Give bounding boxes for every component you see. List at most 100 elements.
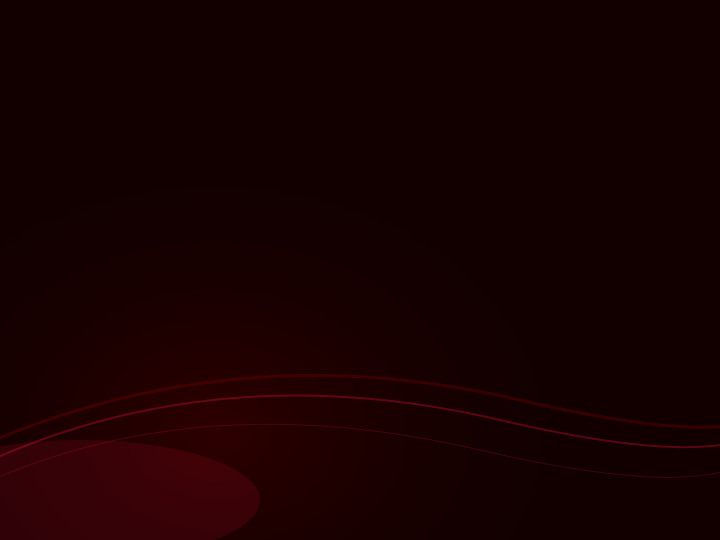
cpu-section-title: CPU (583, 121, 710, 138)
cpu-core-voltage: Core Voltage 1.184 V (658, 171, 710, 193)
mem-capacity: Capacity 16384 MB (583, 282, 710, 304)
time-display: 19:45 ⚙ (71, 30, 136, 53)
mem-voltage-value: 1.200 V (672, 263, 710, 275)
left-panel: ▶ Load Optimized Defaults ▶ Save Changes… (0, 85, 572, 508)
v5-label: +5V (672, 335, 710, 345)
cpu-frequency: Frequency 4200 MHz (583, 142, 633, 164)
mem-voltage-label: Voltage (672, 253, 710, 263)
tab-favorites[interactable]: My Favorites (6, 57, 103, 83)
fan-icon: ⊙ (324, 35, 334, 49)
memory-section-title: Memory (583, 232, 710, 249)
tab-tool[interactable]: Tool (480, 57, 530, 83)
menu-discard-exit[interactable]: ▶ Discard Changes & Exit (0, 147, 571, 175)
qfan-label: Qfan Control(F6) (338, 36, 413, 47)
separator1: | (509, 513, 512, 524)
v12-rail: +12V 12.192 V (583, 335, 627, 357)
last-modified-link[interactable]: Last Modified (430, 513, 489, 524)
ratio-value: 42x (583, 210, 710, 222)
info-bar: 01/31/2017 Tuesday 19:45 ⚙ 🌐 English ☆ M… (0, 27, 720, 57)
voltage-section-title: Voltage (583, 314, 710, 331)
v33-value: 3.376 V (583, 374, 710, 386)
save-reset-label: Save Changes & Reset (35, 126, 160, 140)
mem-voltage: Voltage 1.200 V (672, 253, 710, 275)
qfan-button[interactable]: ⊙ Qfan Control(F6) (324, 35, 413, 49)
myfavorite-button[interactable]: ☆ MyFavorite(F3) (228, 35, 311, 49)
bottom-bar-top: Last Modified | EzMode(F7)↵ | Search on … (14, 513, 706, 524)
cpu-temp-value: 32°C (659, 152, 710, 164)
mem-freq-value: 2133 MHz (583, 263, 633, 275)
title-text: UEFI BIOS Utility – Advanced Mode (51, 6, 269, 21)
ez-mode-button[interactable]: EzMode(F7)↵ (532, 513, 595, 524)
cpu-bclk: BCLK 100.0 MHz (583, 171, 636, 193)
separator2: | (615, 513, 618, 524)
info-text: Restores/loads the default values for al… (42, 479, 299, 490)
v12-row: +12V 12.192 V +5V 5.120 V (583, 335, 710, 361)
bclk-label: BCLK (583, 171, 636, 181)
discard-exit-label: Discard Changes & Exit (35, 154, 162, 168)
hotkeys-button[interactable]: ? Hot Keys (559, 35, 610, 49)
menu-save-reset[interactable]: ▶ Save Changes & Reset (0, 119, 571, 147)
v5-rail: +5V 5.120 V (672, 335, 710, 357)
arrow-icon: ▶ (19, 184, 27, 195)
eztuning-button[interactable]: ◎ EZ Tuning Wizard(F11) (428, 35, 545, 49)
v12-value: 12.192 V (583, 345, 627, 357)
tab-exit[interactable]: Exit (530, 57, 578, 85)
cpu-temp-label: Temperature (659, 142, 710, 152)
myfavorite-label: MyFavorite(F3) (243, 36, 311, 47)
tab-boot[interactable]: Boot (427, 57, 480, 83)
language-icon: 🌐 (162, 35, 177, 49)
info-icon: i (14, 476, 32, 494)
arrow-icon: ▶ (19, 128, 27, 139)
cpu-bclk-row: BCLK 100.0 MHz Core Voltage 1.184 V (583, 171, 710, 197)
monitor-icon: 🖥 (583, 91, 600, 107)
date: 01/31/2017 (10, 31, 55, 42)
datetime: 01/31/2017 Tuesday (10, 31, 55, 53)
ratio-label: Ratio (583, 200, 710, 210)
info-footer: i Restores/loads the default values for … (0, 460, 571, 508)
cpu-temp: Temperature 32°C (659, 142, 710, 164)
language-label: English (181, 36, 214, 47)
v33-label: +3.3V (583, 364, 710, 374)
capacity-label: Capacity (583, 282, 710, 292)
hotkeys-label: Hot Keys (569, 36, 610, 47)
favorite-icon: ☆ (228, 35, 239, 49)
rog-logo: ROG (10, 4, 43, 22)
tuning-icon: ◎ (428, 35, 438, 49)
cpu-ratio: Ratio 42x (583, 200, 710, 222)
time-value: 19:45 (71, 30, 122, 53)
arrow-icon: ▶ (19, 156, 27, 167)
title-bar: ROG UEFI BIOS Utility – Advanced Mode (0, 0, 720, 27)
hw-monitor-title: Hardware Monitor (605, 93, 699, 105)
search-faq-link[interactable]: Search on FAQ (638, 513, 706, 524)
tab-advanced[interactable]: Advanced (278, 57, 359, 83)
tab-main[interactable]: Main (103, 57, 157, 83)
time-settings-icon[interactable]: ⚙ (126, 35, 136, 48)
nav-tabs: My Favorites Main Extreme Tweaker Advanc… (0, 57, 720, 85)
arrow-icon: ▶ (19, 100, 27, 111)
capacity-value: 16384 MB (583, 292, 710, 304)
tab-monitor[interactable]: Monitor (359, 57, 427, 83)
hotkeys-icon: ? (559, 35, 566, 49)
efi-shell-label: Launch EFI Shell from USB drives (35, 182, 217, 196)
core-voltage-label: Core Voltage (658, 171, 710, 181)
mem-freq-label: Frequency (583, 253, 633, 263)
mem-freq-row: Frequency 2133 MHz Voltage 1.200 V (583, 253, 710, 279)
copyright-text: Version 2.17.1246. Copyright (C) 2016 Am… (228, 526, 491, 536)
bottom-bar: Last Modified | EzMode(F7)↵ | Search on … (0, 508, 720, 540)
bclk-value: 100.0 MHz (583, 181, 636, 193)
menu-items: ▶ Load Optimized Defaults ▶ Save Changes… (0, 85, 571, 460)
core-voltage-value: 1.184 V (658, 181, 710, 193)
hardware-monitor-panel: 🖥 Hardware Monitor CPU Frequency 4200 MH… (572, 85, 720, 508)
weekday: Tuesday (10, 42, 55, 53)
toolbar: 🌐 English ☆ MyFavorite(F3) ⊙ Qfan Contro… (162, 35, 710, 49)
menu-load-defaults[interactable]: ▶ Load Optimized Defaults (0, 91, 571, 119)
language-button[interactable]: 🌐 English (162, 35, 214, 49)
v33-rail: +3.3V 3.376 V (583, 364, 710, 386)
v12-label: +12V (583, 335, 627, 345)
cpu-freq-value: 4200 MHz (583, 152, 633, 164)
main-area: ▶ Load Optimized Defaults ▶ Save Changes… (0, 85, 720, 508)
tab-extreme-tweaker[interactable]: Extreme Tweaker (157, 57, 278, 83)
menu-efi-shell[interactable]: ▶ Launch EFI Shell from USB drives (0, 175, 571, 203)
eztuning-label: EZ Tuning Wizard(F11) (442, 36, 545, 47)
load-defaults-label: Load Optimized Defaults (35, 98, 166, 112)
